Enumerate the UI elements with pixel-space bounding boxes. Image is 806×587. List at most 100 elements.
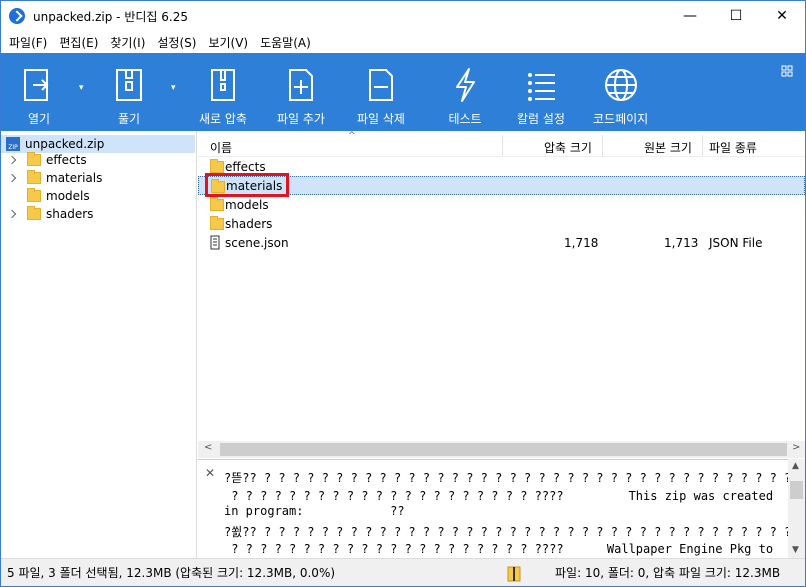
preview-line: ?뜯?? ? ? ? ? ? ? ? ? ? ? ? ? ? ? ? ? ? ?… xyxy=(224,471,806,485)
chevron-right-icon[interactable] xyxy=(7,173,17,183)
scrollbar-thumb[interactable] xyxy=(790,481,803,499)
column-original-header[interactable]: 원본 크기 xyxy=(644,139,692,156)
tree-item-effects[interactable]: effects xyxy=(1,151,195,169)
delete-file-button[interactable]: 파일 삭제 xyxy=(357,53,405,131)
close-preview-icon[interactable]: ✕ xyxy=(205,466,215,480)
column-type-header[interactable]: 파일 종류 xyxy=(709,139,757,156)
scroll-left-icon[interactable]: < xyxy=(204,442,212,453)
table-row[interactable]: models xyxy=(198,195,805,214)
status-selection: 5 파일, 3 폴더 선택됨, 12.3MB (압축된 크기: 12.3MB, … xyxy=(7,566,336,580)
new-archive-button[interactable]: 새로 압축 xyxy=(199,53,247,131)
column-compressed-header[interactable]: 압축 크기 xyxy=(544,139,592,156)
column-list-icon xyxy=(527,73,555,101)
menu-bar: 파일(F) 편집(E) 찾기(I) 설정(S) 보기(V) 도움말(A) xyxy=(1,31,805,53)
folder-icon xyxy=(210,159,224,173)
tree-item-materials[interactable]: materials xyxy=(1,169,195,187)
menu-help[interactable]: 도움말(A) xyxy=(260,34,311,51)
row-name: models xyxy=(225,197,269,212)
toolbar: 열기 ▾ 풀기 ▾ 새로 압축 파일 추가 파일 삭제 테스트 칼럼 설정 코드… xyxy=(1,53,805,131)
extract-dropdown-icon[interactable]: ▾ xyxy=(171,83,181,93)
tree-root-label: unpacked.zip xyxy=(25,137,105,151)
scrollbar-thumb[interactable] xyxy=(220,443,787,456)
open-dropdown-icon[interactable]: ▾ xyxy=(79,83,89,93)
layout-grid-icon[interactable] xyxy=(781,65,793,77)
folder-icon xyxy=(211,179,225,193)
menu-settings[interactable]: 설정(S) xyxy=(157,34,196,51)
lightning-icon xyxy=(456,68,475,102)
folder-icon xyxy=(27,170,41,184)
add-file-button[interactable]: 파일 추가 xyxy=(277,53,325,131)
extract-label: 풀기 xyxy=(117,112,141,126)
extract-button[interactable]: 풀기 xyxy=(109,53,149,131)
menu-file[interactable]: 파일(F) xyxy=(9,34,47,51)
table-row[interactable]: scene.json 1,718 1,713 JSON File xyxy=(198,233,805,252)
zip-file-icon: ZIP xyxy=(6,137,20,151)
table-row-selected[interactable]: materials xyxy=(198,173,805,197)
sort-ascending-icon: ^ xyxy=(348,131,356,141)
test-button[interactable]: 테스트 xyxy=(445,53,485,131)
archive-status-icon xyxy=(507,566,521,582)
codepage-button[interactable]: 코드페이지 xyxy=(593,53,648,131)
row-name: scene.json xyxy=(225,235,289,250)
tree-item-label: models xyxy=(46,189,90,203)
scroll-up-icon[interactable]: ▲ xyxy=(792,461,799,471)
folder-icon xyxy=(27,152,41,166)
folder-icon xyxy=(27,206,41,220)
chevron-right-icon[interactable] xyxy=(7,209,17,219)
column-separator[interactable] xyxy=(702,135,703,157)
folder-icon xyxy=(210,216,224,230)
table-row[interactable]: effects xyxy=(198,157,805,176)
scroll-down-icon[interactable]: ▼ xyxy=(792,545,799,555)
tree-item-label: shaders xyxy=(46,207,94,221)
title-bar: unpacked.zip - 반디집 6.25 — ☐ ✕ xyxy=(1,1,805,31)
minimize-button[interactable]: — xyxy=(667,1,713,31)
column-name-header[interactable]: 이름 xyxy=(210,139,232,156)
list-header: ^ 이름 압축 크기 원본 크기 파일 종류 xyxy=(198,131,805,157)
preview-line: in program: ?? xyxy=(224,504,405,518)
scroll-right-icon[interactable]: > xyxy=(792,442,800,453)
preview-line: ?쐸?? ? ? ? ? ? ? ? ? ? ? ? ? ? ? ? ? ? ?… xyxy=(224,525,806,539)
maximize-button[interactable]: ☐ xyxy=(713,1,759,31)
new-archive-icon xyxy=(210,69,235,101)
column-separator[interactable] xyxy=(502,135,503,157)
codepage-label: 코드페이지 xyxy=(593,112,649,126)
new-archive-label: 새로 압축 xyxy=(199,112,247,126)
close-button[interactable]: ✕ xyxy=(759,1,805,31)
row-name: materials xyxy=(226,178,283,193)
preview-line: ? ? ? ? ? ? ? ? ? ? ? ? ? ? ? ? ? ? ? ? … xyxy=(224,542,774,556)
tree-item-label: effects xyxy=(46,153,87,167)
folder-tree: ZIP unpacked.zip effects materials model… xyxy=(1,131,197,558)
column-settings-button[interactable]: 칼럼 설정 xyxy=(517,53,565,131)
horizontal-scrollbar[interactable]: < > xyxy=(198,441,805,458)
menu-find[interactable]: 찾기(I) xyxy=(110,34,145,51)
row-name: effects xyxy=(225,159,266,174)
preview-line: ? ? ? ? ? ? ? ? ? ? ? ? ? ? ? ? ? ? ? ? … xyxy=(224,489,774,503)
menu-view[interactable]: 보기(V) xyxy=(208,34,248,51)
column-settings-label: 칼럼 설정 xyxy=(517,112,565,126)
column-separator[interactable] xyxy=(602,135,603,157)
app-window: unpacked.zip - 반디집 6.25 — ☐ ✕ 파일(F) 편집(E… xyxy=(0,0,806,587)
bandizip-logo-icon xyxy=(9,8,25,24)
tree-item-shaders[interactable]: shaders xyxy=(1,205,195,223)
status-bar: 5 파일, 3 폴더 선택됨, 12.3MB (압축된 크기: 12.3MB, … xyxy=(1,558,805,586)
open-archive-icon xyxy=(24,69,49,101)
open-button[interactable]: 열기 xyxy=(19,53,59,131)
add-file-label: 파일 추가 xyxy=(277,112,325,126)
menu-edit[interactable]: 편집(E) xyxy=(59,34,98,51)
table-row[interactable]: shaders xyxy=(198,214,805,233)
window-title: unpacked.zip - 반디집 6.25 xyxy=(33,9,188,24)
vertical-scrollbar[interactable]: ▲ ▼ xyxy=(788,459,805,558)
test-label: 테스트 xyxy=(448,112,482,126)
extract-icon xyxy=(116,69,142,101)
open-label: 열기 xyxy=(27,112,51,126)
folder-icon xyxy=(210,197,224,211)
tree-item-models[interactable]: models xyxy=(1,187,195,205)
svg-text:ZIP: ZIP xyxy=(8,144,18,151)
chevron-right-icon[interactable] xyxy=(7,155,17,165)
delete-file-icon xyxy=(368,69,393,101)
comment-preview: ✕ ?뜯?? ? ? ? ? ? ? ? ? ? ? ? ? ? ? ? ? ?… xyxy=(198,459,805,558)
row-compressed-size: 1,718 xyxy=(564,235,599,250)
folder-icon xyxy=(27,188,41,202)
delete-file-label: 파일 삭제 xyxy=(357,112,405,126)
row-name: shaders xyxy=(225,216,273,231)
